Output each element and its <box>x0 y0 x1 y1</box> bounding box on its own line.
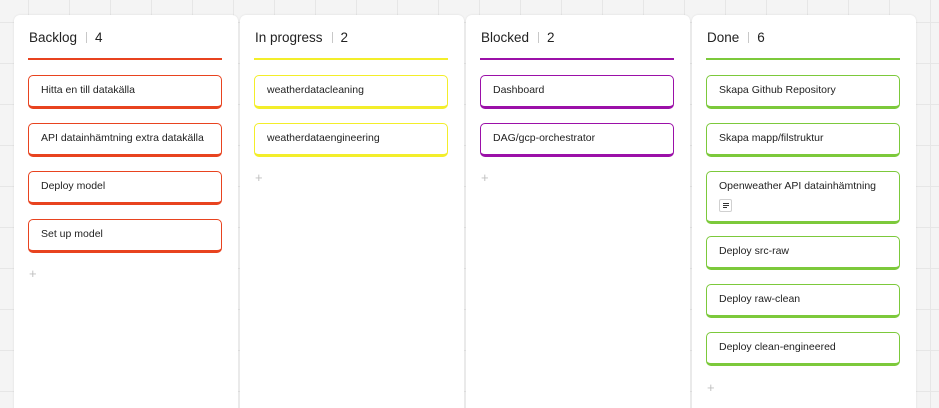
card[interactable]: Deploy src-raw <box>706 236 900 270</box>
header-divider <box>538 32 540 43</box>
card[interactable]: Deploy clean-engineered <box>706 332 900 366</box>
column-count: 2 <box>547 30 555 45</box>
column-count: 6 <box>757 30 765 45</box>
header-divider <box>331 32 333 43</box>
card[interactable]: weatherdataengineering <box>254 123 448 157</box>
card[interactable]: Openweather API datainhämtning <box>706 171 900 224</box>
card[interactable]: API datainhämtning extra datakälla <box>28 123 222 157</box>
column-done: Done 6 Skapa Github Repository Skapa mapp… <box>692 15 916 408</box>
add-card-button[interactable]: + <box>707 381 715 394</box>
add-card-button[interactable]: + <box>29 267 37 280</box>
card[interactable]: Skapa Github Repository <box>706 75 900 109</box>
column-header[interactable]: In progress 2 <box>254 28 448 60</box>
card[interactable]: Dashboard <box>480 75 674 109</box>
column-count: 2 <box>340 30 349 45</box>
column-count: 4 <box>95 30 103 45</box>
card[interactable]: Deploy raw-clean <box>706 284 900 318</box>
column-blocked: Blocked 2 Dashboard DAG/gcp-orchestrator … <box>466 15 690 408</box>
column-header[interactable]: Blocked 2 <box>480 28 674 60</box>
add-card-button[interactable]: + <box>255 171 263 184</box>
column-header[interactable]: Done 6 <box>706 28 900 60</box>
card[interactable]: weatherdatacleaning <box>254 75 448 109</box>
description-icon <box>719 199 732 212</box>
column-title: Done <box>707 30 740 45</box>
card[interactable]: Set up model <box>28 219 222 253</box>
column-backlog: Backlog 4 Hitta en till datakälla API dat… <box>14 15 238 408</box>
card[interactable]: DAG/gcp-orchestrator <box>480 123 674 157</box>
column-title: In progress <box>255 30 323 45</box>
card[interactable]: Deploy model <box>28 171 222 205</box>
column-header[interactable]: Backlog 4 <box>28 28 222 60</box>
card-label: Openweather API datainhämtning <box>719 180 877 192</box>
column-in-progress: In progress 2 weatherdatacleaning weather… <box>240 15 464 408</box>
column-title: Backlog <box>29 30 78 45</box>
column-title: Blocked <box>481 30 530 45</box>
add-card-button[interactable]: + <box>481 171 489 184</box>
card[interactable]: Skapa mapp/filstruktur <box>706 123 900 157</box>
header-divider <box>748 32 750 43</box>
header-divider <box>86 32 88 43</box>
card[interactable]: Hitta en till datakälla <box>28 75 222 109</box>
